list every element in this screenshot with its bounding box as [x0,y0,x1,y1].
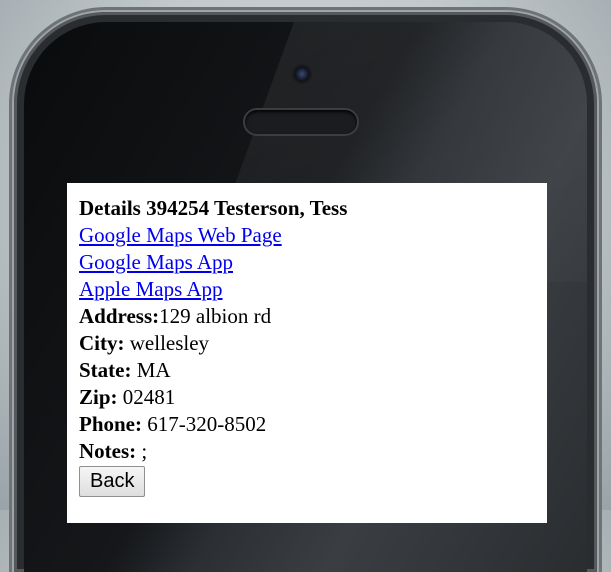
city-value: wellesley [124,331,210,355]
state-label: State: [79,358,132,382]
apple-maps-app-link[interactable]: Apple Maps App [79,277,223,301]
zip-label: Zip: [79,385,118,409]
phone-value: 617-320-8502 [142,412,267,436]
city-label: City: [79,331,125,355]
notes-label: Notes: [79,439,137,463]
details-title: Details 394254 Testerson, Tess [79,196,348,220]
google-maps-app-link[interactable]: Google Maps App [79,250,233,274]
notes-row: Notes: ; [79,438,535,465]
notes-value: ; [136,439,148,463]
zip-row: Zip: 02481 [79,384,535,411]
zip-value: 02481 [117,385,176,409]
front-camera-icon [294,66,310,82]
phone-label: Phone: [79,412,142,436]
details-panel: Details 394254 Testerson, Tess Google Ma… [67,183,547,497]
state-row: State: MA [79,357,535,384]
city-row: City: wellesley [79,330,535,357]
google-maps-web-link[interactable]: Google Maps Web Page [79,223,282,247]
back-button[interactable]: Back [79,466,146,497]
phone-screen: Details 394254 Testerson, Tess Google Ma… [67,183,547,523]
address-value: 129 albion rd [159,304,272,328]
address-label: Address: [79,304,160,328]
speaker-grille [245,110,357,134]
address-row: Address:129 albion rd [79,303,535,330]
state-value: MA [131,358,171,382]
phone-row: Phone: 617-320-8502 [79,411,535,438]
